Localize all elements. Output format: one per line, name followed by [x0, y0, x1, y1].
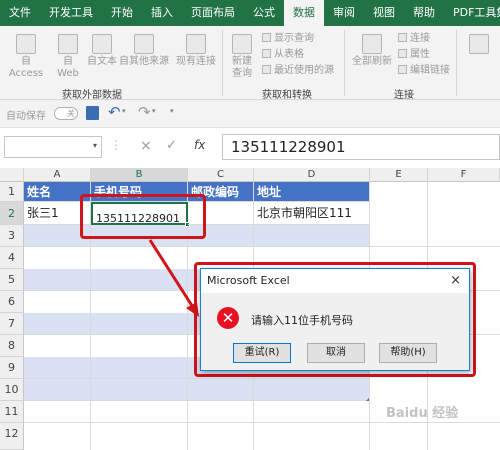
- cancel-button[interactable]: 取消: [307, 343, 365, 363]
- error-icon: ✕: [217, 307, 239, 329]
- dialog-titlebar: Microsoft Excel ×: [201, 269, 469, 293]
- help-button[interactable]: 帮助(H): [379, 343, 437, 363]
- annotation-arrow: [148, 239, 199, 317]
- close-icon[interactable]: ×: [450, 269, 461, 293]
- error-dialog: Microsoft Excel × ✕ 请输入11位手机号码 重试(R) 取消 …: [200, 268, 470, 371]
- dialog-message: 请输入11位手机号码: [251, 314, 353, 327]
- retry-button[interactable]: 重试(R): [233, 343, 291, 363]
- dialog-title: Microsoft Excel: [207, 274, 290, 287]
- watermark: Baidu 经验: [386, 406, 459, 421]
